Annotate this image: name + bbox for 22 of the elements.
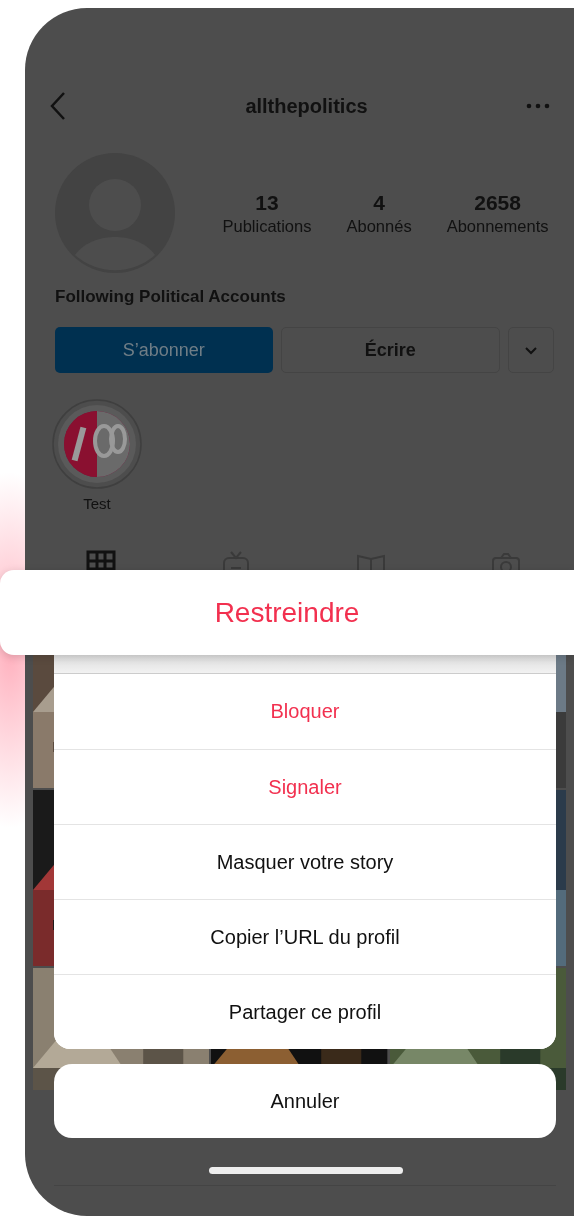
stat-label: Abonnés [346, 216, 412, 236]
highlight-label: Test [83, 495, 111, 512]
username-title: allthepolitics [245, 94, 368, 118]
back-icon[interactable] [49, 91, 67, 121]
stat-label: Abonnements [446, 216, 549, 236]
stat-label: Publications [222, 216, 312, 236]
action-item[interactable]: Partager ce profil [54, 974, 556, 1049]
suggestions-button[interactable] [508, 327, 554, 373]
camera-icon[interactable] [491, 550, 522, 570]
message-button[interactable]: Écrire [280, 327, 500, 373]
home-indicator[interactable] [209, 1167, 403, 1174]
stat-count: 13 [255, 190, 279, 215]
more-icon[interactable] [526, 103, 550, 109]
tv-icon[interactable] [220, 550, 251, 570]
profile-bio: Following Political Accounts [54, 286, 287, 307]
chevron-down-icon [524, 345, 538, 355]
follow-button[interactable]: S’abonner [55, 327, 273, 373]
stat-count: 4 [373, 190, 385, 215]
cancel-button[interactable]: Annuler [54, 1064, 556, 1138]
grid-icon[interactable] [85, 550, 116, 570]
restrict-button[interactable]: Restreindre [0, 570, 574, 655]
stat-count: 2658 [474, 190, 521, 215]
